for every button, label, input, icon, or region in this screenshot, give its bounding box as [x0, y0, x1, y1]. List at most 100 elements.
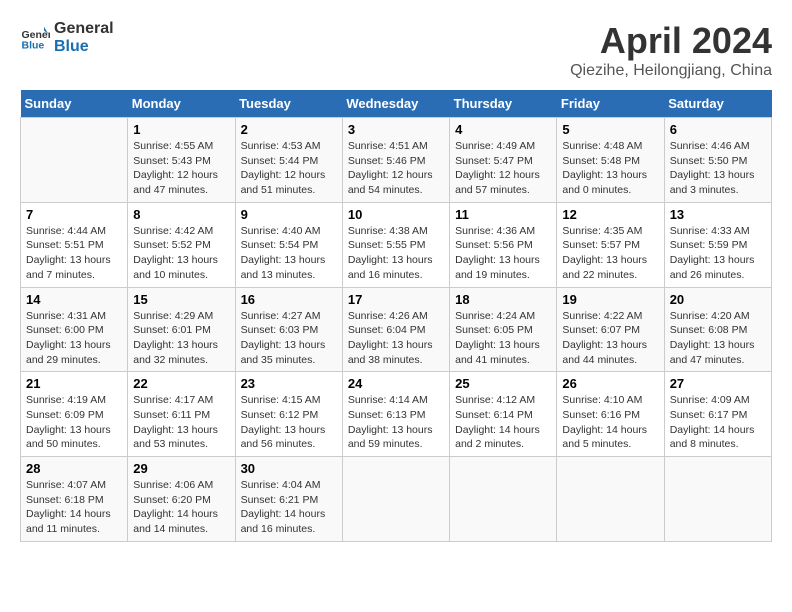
location-subtitle: Qiezihe, Heilongjiang, China	[570, 62, 772, 80]
day-number: 28	[26, 461, 122, 476]
day-info: Sunrise: 4:31 AM Sunset: 6:00 PM Dayligh…	[26, 309, 122, 368]
calendar-cell: 25 Sunrise: 4:12 AM Sunset: 6:14 PM Dayli…	[450, 372, 557, 457]
calendar-week-row: 28 Sunrise: 4:07 AM Sunset: 6:18 PM Dayli…	[21, 457, 772, 542]
day-number: 26	[562, 376, 658, 391]
header-monday: Monday	[128, 90, 235, 118]
day-number: 1	[133, 122, 229, 137]
day-number: 9	[241, 207, 337, 222]
calendar-cell: 13 Sunrise: 4:33 AM Sunset: 5:59 PM Dayli…	[664, 202, 771, 287]
day-info: Sunrise: 4:20 AM Sunset: 6:08 PM Dayligh…	[670, 309, 766, 368]
calendar-cell: 12 Sunrise: 4:35 AM Sunset: 5:57 PM Dayli…	[557, 202, 664, 287]
header-tuesday: Tuesday	[235, 90, 342, 118]
calendar-table: SundayMondayTuesdayWednesdayThursdayFrid…	[20, 90, 772, 542]
day-info: Sunrise: 4:49 AM Sunset: 5:47 PM Dayligh…	[455, 139, 551, 198]
day-info: Sunrise: 4:09 AM Sunset: 6:17 PM Dayligh…	[670, 393, 766, 452]
day-number: 6	[670, 122, 766, 137]
day-info: Sunrise: 4:10 AM Sunset: 6:16 PM Dayligh…	[562, 393, 658, 452]
calendar-cell	[557, 457, 664, 542]
day-info: Sunrise: 4:06 AM Sunset: 6:20 PM Dayligh…	[133, 478, 229, 537]
day-info: Sunrise: 4:35 AM Sunset: 5:57 PM Dayligh…	[562, 224, 658, 283]
day-number: 14	[26, 292, 122, 307]
calendar-cell: 6 Sunrise: 4:46 AM Sunset: 5:50 PM Daylig…	[664, 118, 771, 203]
calendar-cell: 27 Sunrise: 4:09 AM Sunset: 6:17 PM Dayli…	[664, 372, 771, 457]
day-number: 16	[241, 292, 337, 307]
calendar-cell: 3 Sunrise: 4:51 AM Sunset: 5:46 PM Daylig…	[342, 118, 449, 203]
calendar-cell: 1 Sunrise: 4:55 AM Sunset: 5:43 PM Daylig…	[128, 118, 235, 203]
day-number: 11	[455, 207, 551, 222]
day-info: Sunrise: 4:40 AM Sunset: 5:54 PM Dayligh…	[241, 224, 337, 283]
day-number: 30	[241, 461, 337, 476]
header-wednesday: Wednesday	[342, 90, 449, 118]
day-info: Sunrise: 4:07 AM Sunset: 6:18 PM Dayligh…	[26, 478, 122, 537]
calendar-cell: 30 Sunrise: 4:04 AM Sunset: 6:21 PM Dayli…	[235, 457, 342, 542]
svg-text:Blue: Blue	[22, 40, 45, 52]
calendar-cell: 5 Sunrise: 4:48 AM Sunset: 5:48 PM Daylig…	[557, 118, 664, 203]
day-info: Sunrise: 4:17 AM Sunset: 6:11 PM Dayligh…	[133, 393, 229, 452]
calendar-cell: 19 Sunrise: 4:22 AM Sunset: 6:07 PM Dayli…	[557, 287, 664, 372]
calendar-cell: 24 Sunrise: 4:14 AM Sunset: 6:13 PM Dayli…	[342, 372, 449, 457]
day-number: 12	[562, 207, 658, 222]
calendar-header-row: SundayMondayTuesdayWednesdayThursdayFrid…	[21, 90, 772, 118]
day-number: 13	[670, 207, 766, 222]
day-info: Sunrise: 4:55 AM Sunset: 5:43 PM Dayligh…	[133, 139, 229, 198]
calendar-cell: 22 Sunrise: 4:17 AM Sunset: 6:11 PM Dayli…	[128, 372, 235, 457]
day-number: 22	[133, 376, 229, 391]
title-block: April 2024 Qiezihe, Heilongjiang, China	[570, 20, 772, 80]
calendar-cell: 15 Sunrise: 4:29 AM Sunset: 6:01 PM Dayli…	[128, 287, 235, 372]
calendar-cell: 23 Sunrise: 4:15 AM Sunset: 6:12 PM Dayli…	[235, 372, 342, 457]
day-number: 8	[133, 207, 229, 222]
day-number: 23	[241, 376, 337, 391]
day-number: 29	[133, 461, 229, 476]
calendar-cell	[21, 118, 128, 203]
day-info: Sunrise: 4:48 AM Sunset: 5:48 PM Dayligh…	[562, 139, 658, 198]
calendar-cell: 16Sunrise: 4:27 AM Sunset: 6:03 PM Dayli…	[235, 287, 342, 372]
calendar-cell: 21 Sunrise: 4:19 AM Sunset: 6:09 PM Dayli…	[21, 372, 128, 457]
header-friday: Friday	[557, 90, 664, 118]
day-info: Sunrise: 4:33 AM Sunset: 5:59 PM Dayligh…	[670, 224, 766, 283]
day-info: Sunrise: 4:38 AM Sunset: 5:55 PM Dayligh…	[348, 224, 444, 283]
calendar-cell	[342, 457, 449, 542]
day-info: Sunrise: 4:29 AM Sunset: 6:01 PM Dayligh…	[133, 309, 229, 368]
day-info: Sunrise: 4:15 AM Sunset: 6:12 PM Dayligh…	[241, 393, 337, 452]
day-info: Sunrise: 4:22 AM Sunset: 6:07 PM Dayligh…	[562, 309, 658, 368]
calendar-cell: 17 Sunrise: 4:26 AM Sunset: 6:04 PM Dayli…	[342, 287, 449, 372]
calendar-cell: 9 Sunrise: 4:40 AM Sunset: 5:54 PM Daylig…	[235, 202, 342, 287]
header-sunday: Sunday	[21, 90, 128, 118]
calendar-cell: 18Sunrise: 4:24 AM Sunset: 6:05 PM Dayli…	[450, 287, 557, 372]
day-info: Sunrise: 4:53 AM Sunset: 5:44 PM Dayligh…	[241, 139, 337, 198]
calendar-week-row: 1 Sunrise: 4:55 AM Sunset: 5:43 PM Daylig…	[21, 118, 772, 203]
day-info: Sunrise: 4:12 AM Sunset: 6:14 PM Dayligh…	[455, 393, 551, 452]
day-number: 4	[455, 122, 551, 137]
calendar-cell: 14 Sunrise: 4:31 AM Sunset: 6:00 PM Dayli…	[21, 287, 128, 372]
day-info: Sunrise: 4:46 AM Sunset: 5:50 PM Dayligh…	[670, 139, 766, 198]
day-number: 15	[133, 292, 229, 307]
logo: General Blue General Blue	[20, 20, 114, 56]
day-info: Sunrise: 4:14 AM Sunset: 6:13 PM Dayligh…	[348, 393, 444, 452]
day-number: 2	[241, 122, 337, 137]
day-number: 25	[455, 376, 551, 391]
day-number: 24	[348, 376, 444, 391]
day-number: 18	[455, 292, 551, 307]
day-info: Sunrise: 4:51 AM Sunset: 5:46 PM Dayligh…	[348, 139, 444, 198]
day-info: Sunrise: 4:04 AM Sunset: 6:21 PM Dayligh…	[241, 478, 337, 537]
day-info: Sunrise: 4:19 AM Sunset: 6:09 PM Dayligh…	[26, 393, 122, 452]
day-info: Sunrise: 4:26 AM Sunset: 6:04 PM Dayligh…	[348, 309, 444, 368]
day-number: 27	[670, 376, 766, 391]
calendar-cell: 8 Sunrise: 4:42 AM Sunset: 5:52 PM Daylig…	[128, 202, 235, 287]
day-number: 7	[26, 207, 122, 222]
logo-blue: Blue	[54, 38, 114, 56]
day-number: 19	[562, 292, 658, 307]
day-number: 10	[348, 207, 444, 222]
day-number: 3	[348, 122, 444, 137]
calendar-cell: 11Sunrise: 4:36 AM Sunset: 5:56 PM Dayli…	[450, 202, 557, 287]
day-number: 17	[348, 292, 444, 307]
header-saturday: Saturday	[664, 90, 771, 118]
day-info: Sunrise: 4:44 AM Sunset: 5:51 PM Dayligh…	[26, 224, 122, 283]
day-info: Sunrise: 4:42 AM Sunset: 5:52 PM Dayligh…	[133, 224, 229, 283]
day-number: 21	[26, 376, 122, 391]
day-number: 5	[562, 122, 658, 137]
calendar-cell	[450, 457, 557, 542]
calendar-cell: 4 Sunrise: 4:49 AM Sunset: 5:47 PM Daylig…	[450, 118, 557, 203]
calendar-cell: 20Sunrise: 4:20 AM Sunset: 6:08 PM Dayli…	[664, 287, 771, 372]
calendar-cell: 28 Sunrise: 4:07 AM Sunset: 6:18 PM Dayli…	[21, 457, 128, 542]
